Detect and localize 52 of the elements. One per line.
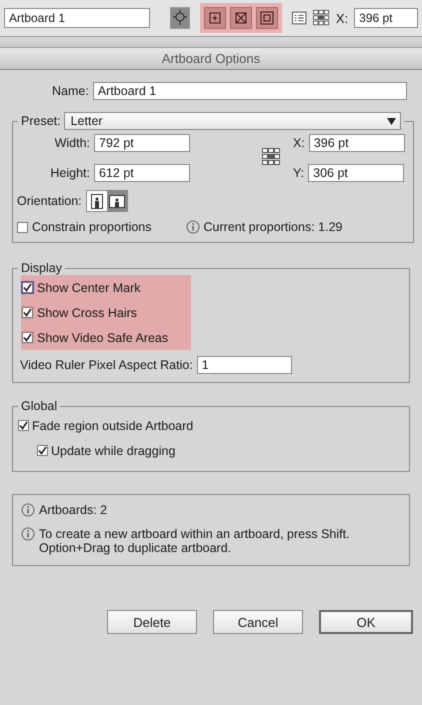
y-label: Y: [293,166,304,180]
info-icon [21,527,35,541]
x-field[interactable]: 396 pt [354,8,418,28]
checkbox-label: Show Video Safe Areas [37,330,168,344]
options-list-icon[interactable] [292,10,307,26]
dialog-button[interactable]: Cancel [213,610,303,634]
x-label: X: [336,10,348,26]
info-text: To create a new artboard within an artboard, press Shift. Option+Drag to duplicate artboard. [39,527,351,555]
artboard-name-field[interactable]: Artboard 1 [4,8,150,28]
width-label: Width: [54,136,90,150]
name-field[interactable]: Artboard 1 [92,82,407,100]
landscape-page-icon [108,194,125,208]
move-artboard-button[interactable] [170,7,190,29]
ok-button[interactable]: OK [319,610,413,634]
checkbox-label: Fade region outside Artboard [32,418,194,432]
cross-toggle-button[interactable] [230,7,252,29]
preset-dropdown[interactable]: Letter [64,112,401,130]
x-field[interactable]: 396 pt [308,134,405,152]
height-field[interactable]: 612 pt [94,164,190,182]
dropdown-arrow-icon [387,118,396,124]
name-label: Name: [52,84,89,98]
y-field[interactable]: 306 pt [308,164,404,182]
info-text: Artboards: 2 [39,503,108,517]
center-toggle-button[interactable] [204,7,226,29]
orientation-label: Orientation: [17,194,82,208]
landscape-orientation-button[interactable] [106,191,127,211]
checkbox[interactable] [18,420,29,431]
proportions-text: Current proportions: 1.29 [204,220,342,234]
constrain-label: Constrain proportions [32,220,152,234]
width-field[interactable]: 792 pt [94,134,190,152]
preset-label: Preset: [21,114,61,128]
reference-point-icon[interactable] [262,148,281,166]
reference-point-icon[interactable] [312,9,330,27]
safe-area-icon [258,9,276,27]
aspect-ratio-label: Video Ruler Pixel Aspect Ratio: [20,358,193,372]
checkbox[interactable] [17,222,28,232]
dialog-button[interactable]: Delete [107,610,197,634]
portrait-page-icon [90,194,103,208]
height-label: Height: [50,166,90,180]
global-group-title: Global [20,399,58,413]
portrait-orientation-button[interactable] [86,191,107,211]
window-title: Artboard Options [162,51,260,66]
info-icon [21,503,35,517]
checkbox-label: Show Center Mark [37,280,141,294]
x-label: X: [293,136,305,150]
display-group-title: Display [20,261,63,275]
checkbox[interactable] [37,445,48,456]
info-icon [186,220,200,234]
aspect-ratio-field[interactable]: 1 [196,356,292,374]
checkbox-label: Update while dragging [51,444,176,458]
checkbox-label: Show Cross Hairs [37,306,138,320]
safe-toggle-button[interactable] [256,7,278,29]
